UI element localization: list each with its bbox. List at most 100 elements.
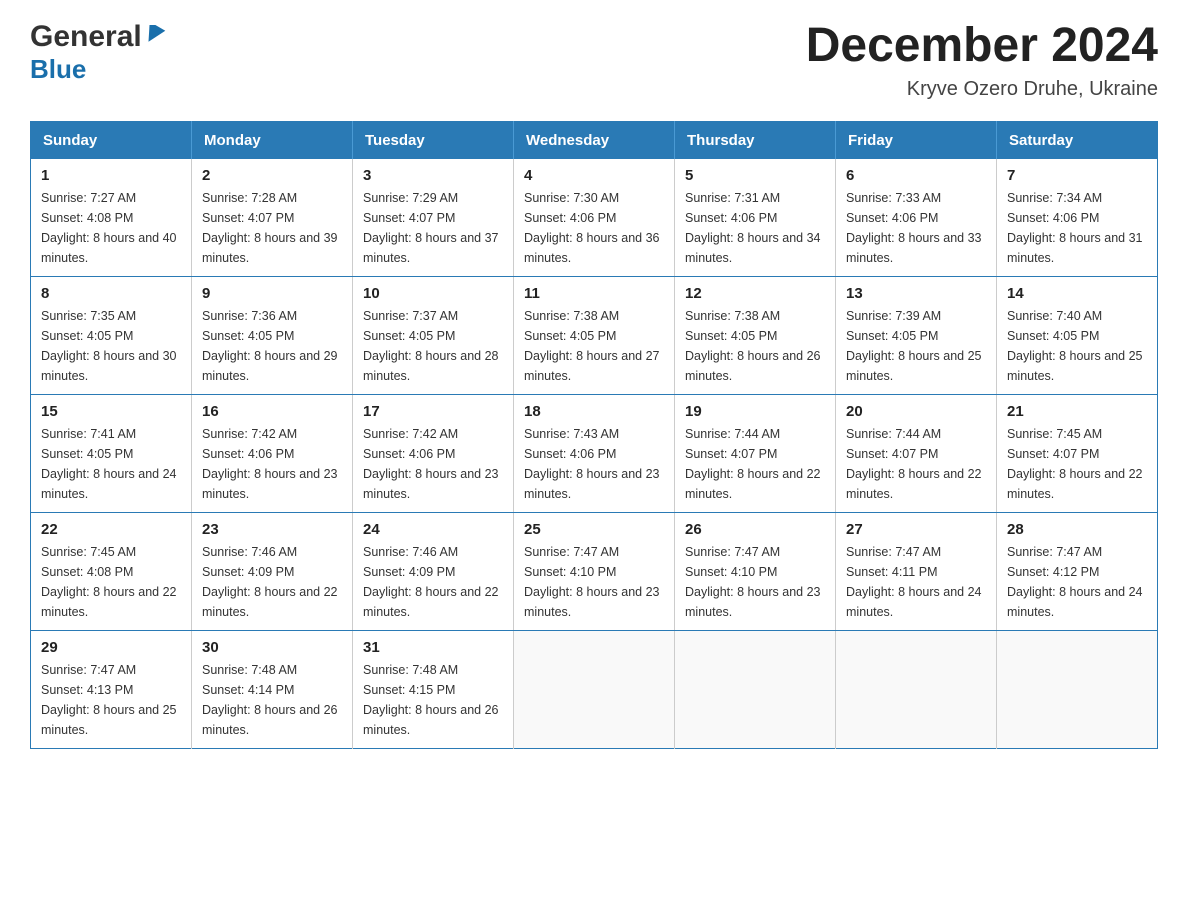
day-number: 25 — [524, 521, 664, 538]
day-info: Sunrise: 7:41 AMSunset: 4:05 PMDaylight:… — [41, 424, 181, 504]
day-info: Sunrise: 7:40 AMSunset: 4:05 PMDaylight:… — [1007, 306, 1147, 386]
day-info: Sunrise: 7:47 AMSunset: 4:11 PMDaylight:… — [846, 542, 986, 622]
day-number: 10 — [363, 285, 503, 302]
day-info: Sunrise: 7:45 AMSunset: 4:08 PMDaylight:… — [41, 542, 181, 622]
day-info: Sunrise: 7:46 AMSunset: 4:09 PMDaylight:… — [363, 542, 503, 622]
day-number: 2 — [202, 167, 342, 184]
day-number: 18 — [524, 403, 664, 420]
day-info: Sunrise: 7:45 AMSunset: 4:07 PMDaylight:… — [1007, 424, 1147, 504]
day-number: 30 — [202, 639, 342, 656]
calendar-cell: 15 Sunrise: 7:41 AMSunset: 4:05 PMDaylig… — [31, 394, 192, 512]
day-number: 5 — [685, 167, 825, 184]
calendar-cell: 21 Sunrise: 7:45 AMSunset: 4:07 PMDaylig… — [997, 394, 1158, 512]
day-number: 26 — [685, 521, 825, 538]
day-number: 23 — [202, 521, 342, 538]
day-number: 22 — [41, 521, 181, 538]
day-number: 1 — [41, 167, 181, 184]
day-number: 9 — [202, 285, 342, 302]
day-info: Sunrise: 7:48 AMSunset: 4:15 PMDaylight:… — [363, 660, 503, 740]
calendar-cell: 8 Sunrise: 7:35 AMSunset: 4:05 PMDayligh… — [31, 276, 192, 394]
calendar-cell: 10 Sunrise: 7:37 AMSunset: 4:05 PMDaylig… — [353, 276, 514, 394]
location-label: Kryve Ozero Druhe, Ukraine — [806, 78, 1158, 101]
calendar-table: SundayMondayTuesdayWednesdayThursdayFrid… — [30, 121, 1158, 749]
calendar-week-row: 22 Sunrise: 7:45 AMSunset: 4:08 PMDaylig… — [31, 512, 1158, 630]
calendar-cell: 24 Sunrise: 7:46 AMSunset: 4:09 PMDaylig… — [353, 512, 514, 630]
calendar-cell: 7 Sunrise: 7:34 AMSunset: 4:06 PMDayligh… — [997, 159, 1158, 277]
day-info: Sunrise: 7:34 AMSunset: 4:06 PMDaylight:… — [1007, 188, 1147, 268]
day-number: 19 — [685, 403, 825, 420]
calendar-cell — [836, 630, 997, 748]
calendar-cell: 1 Sunrise: 7:27 AMSunset: 4:08 PMDayligh… — [31, 159, 192, 277]
day-info: Sunrise: 7:39 AMSunset: 4:05 PMDaylight:… — [846, 306, 986, 386]
calendar-cell: 17 Sunrise: 7:42 AMSunset: 4:06 PMDaylig… — [353, 394, 514, 512]
day-number: 8 — [41, 285, 181, 302]
day-info: Sunrise: 7:42 AMSunset: 4:06 PMDaylight:… — [363, 424, 503, 504]
calendar-cell: 29 Sunrise: 7:47 AMSunset: 4:13 PMDaylig… — [31, 630, 192, 748]
day-info: Sunrise: 7:35 AMSunset: 4:05 PMDaylight:… — [41, 306, 181, 386]
calendar-cell: 30 Sunrise: 7:48 AMSunset: 4:14 PMDaylig… — [192, 630, 353, 748]
day-number: 13 — [846, 285, 986, 302]
day-info: Sunrise: 7:38 AMSunset: 4:05 PMDaylight:… — [524, 306, 664, 386]
day-info: Sunrise: 7:46 AMSunset: 4:09 PMDaylight:… — [202, 542, 342, 622]
day-number: 27 — [846, 521, 986, 538]
day-info: Sunrise: 7:30 AMSunset: 4:06 PMDaylight:… — [524, 188, 664, 268]
calendar-cell: 28 Sunrise: 7:47 AMSunset: 4:12 PMDaylig… — [997, 512, 1158, 630]
calendar-cell: 2 Sunrise: 7:28 AMSunset: 4:07 PMDayligh… — [192, 159, 353, 277]
day-number: 11 — [524, 285, 664, 302]
day-info: Sunrise: 7:38 AMSunset: 4:05 PMDaylight:… — [685, 306, 825, 386]
calendar-week-row: 1 Sunrise: 7:27 AMSunset: 4:08 PMDayligh… — [31, 159, 1158, 277]
calendar-cell: 6 Sunrise: 7:33 AMSunset: 4:06 PMDayligh… — [836, 159, 997, 277]
calendar-cell: 23 Sunrise: 7:46 AMSunset: 4:09 PMDaylig… — [192, 512, 353, 630]
day-info: Sunrise: 7:47 AMSunset: 4:10 PMDaylight:… — [685, 542, 825, 622]
day-info: Sunrise: 7:29 AMSunset: 4:07 PMDaylight:… — [363, 188, 503, 268]
day-info: Sunrise: 7:42 AMSunset: 4:06 PMDaylight:… — [202, 424, 342, 504]
day-number: 14 — [1007, 285, 1147, 302]
calendar-cell: 18 Sunrise: 7:43 AMSunset: 4:06 PMDaylig… — [514, 394, 675, 512]
calendar-cell: 27 Sunrise: 7:47 AMSunset: 4:11 PMDaylig… — [836, 512, 997, 630]
day-info: Sunrise: 7:28 AMSunset: 4:07 PMDaylight:… — [202, 188, 342, 268]
calendar-cell: 14 Sunrise: 7:40 AMSunset: 4:05 PMDaylig… — [997, 276, 1158, 394]
day-number: 7 — [1007, 167, 1147, 184]
logo-general-text: General — [30, 20, 142, 54]
logo: General Blue — [30, 20, 166, 85]
calendar-header-monday: Monday — [192, 121, 353, 159]
calendar-week-row: 8 Sunrise: 7:35 AMSunset: 4:05 PMDayligh… — [31, 276, 1158, 394]
day-info: Sunrise: 7:33 AMSunset: 4:06 PMDaylight:… — [846, 188, 986, 268]
calendar-week-row: 29 Sunrise: 7:47 AMSunset: 4:13 PMDaylig… — [31, 630, 1158, 748]
day-number: 31 — [363, 639, 503, 656]
calendar-week-row: 15 Sunrise: 7:41 AMSunset: 4:05 PMDaylig… — [31, 394, 1158, 512]
day-number: 12 — [685, 285, 825, 302]
day-info: Sunrise: 7:37 AMSunset: 4:05 PMDaylight:… — [363, 306, 503, 386]
calendar-cell: 4 Sunrise: 7:30 AMSunset: 4:06 PMDayligh… — [514, 159, 675, 277]
day-number: 16 — [202, 403, 342, 420]
calendar-cell: 3 Sunrise: 7:29 AMSunset: 4:07 PMDayligh… — [353, 159, 514, 277]
day-info: Sunrise: 7:44 AMSunset: 4:07 PMDaylight:… — [685, 424, 825, 504]
calendar-cell: 26 Sunrise: 7:47 AMSunset: 4:10 PMDaylig… — [675, 512, 836, 630]
month-title: December 2024 — [806, 20, 1158, 73]
calendar-cell: 11 Sunrise: 7:38 AMSunset: 4:05 PMDaylig… — [514, 276, 675, 394]
calendar-cell: 22 Sunrise: 7:45 AMSunset: 4:08 PMDaylig… — [31, 512, 192, 630]
calendar-cell: 5 Sunrise: 7:31 AMSunset: 4:06 PMDayligh… — [675, 159, 836, 277]
calendar-cell: 20 Sunrise: 7:44 AMSunset: 4:07 PMDaylig… — [836, 394, 997, 512]
calendar-header-row: SundayMondayTuesdayWednesdayThursdayFrid… — [31, 121, 1158, 159]
day-number: 4 — [524, 167, 664, 184]
day-number: 15 — [41, 403, 181, 420]
calendar-cell — [997, 630, 1158, 748]
calendar-cell — [675, 630, 836, 748]
calendar-cell — [514, 630, 675, 748]
calendar-header-tuesday: Tuesday — [353, 121, 514, 159]
day-info: Sunrise: 7:43 AMSunset: 4:06 PMDaylight:… — [524, 424, 664, 504]
calendar-header-friday: Friday — [836, 121, 997, 159]
calendar-cell: 13 Sunrise: 7:39 AMSunset: 4:05 PMDaylig… — [836, 276, 997, 394]
day-info: Sunrise: 7:47 AMSunset: 4:10 PMDaylight:… — [524, 542, 664, 622]
calendar-cell: 25 Sunrise: 7:47 AMSunset: 4:10 PMDaylig… — [514, 512, 675, 630]
day-number: 28 — [1007, 521, 1147, 538]
day-number: 20 — [846, 403, 986, 420]
day-number: 21 — [1007, 403, 1147, 420]
day-info: Sunrise: 7:47 AMSunset: 4:13 PMDaylight:… — [41, 660, 181, 740]
day-info: Sunrise: 7:31 AMSunset: 4:06 PMDaylight:… — [685, 188, 825, 268]
calendar-cell: 16 Sunrise: 7:42 AMSunset: 4:06 PMDaylig… — [192, 394, 353, 512]
day-info: Sunrise: 7:27 AMSunset: 4:08 PMDaylight:… — [41, 188, 181, 268]
calendar-header-sunday: Sunday — [31, 121, 192, 159]
calendar-cell: 9 Sunrise: 7:36 AMSunset: 4:05 PMDayligh… — [192, 276, 353, 394]
